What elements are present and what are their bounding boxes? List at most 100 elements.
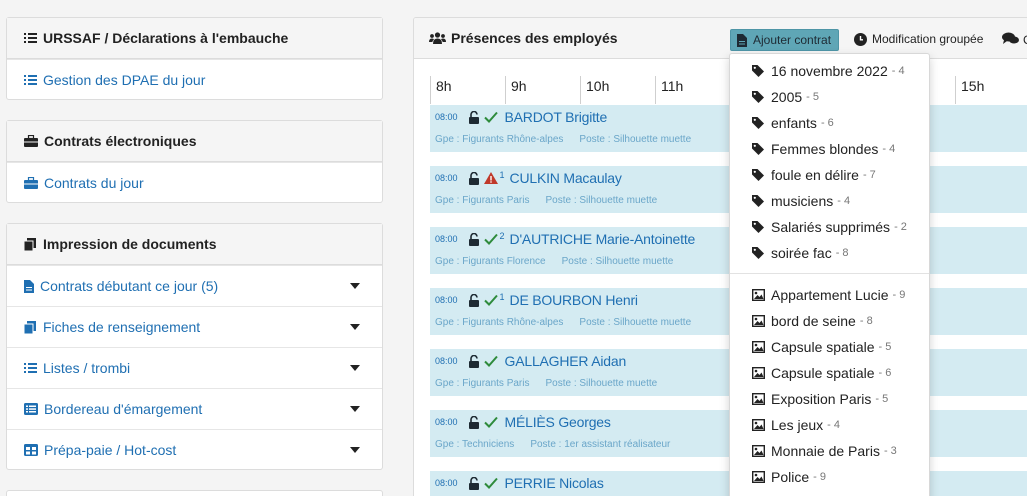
dropdown-item-label: foule en délire xyxy=(771,167,859,183)
dropdown-item-label: musiciens xyxy=(771,193,834,209)
employee-name[interactable]: DE BOURBON Henri xyxy=(510,292,638,308)
tag-icon xyxy=(752,169,765,181)
link-bordereau[interactable]: Bordereau d'émargement xyxy=(7,388,382,429)
add-contract-button[interactable]: Ajouter contrat xyxy=(730,29,840,51)
employee-post: Poste : 1er assistant réalisateur xyxy=(530,439,671,450)
employee-count: 1 xyxy=(499,292,505,302)
chevron-down-icon[interactable] xyxy=(350,365,360,371)
employee-post: Poste : Silhouette muette xyxy=(545,378,658,389)
dropdown-tag-item[interactable]: 16 novembre 2022- 4 xyxy=(730,58,929,84)
unlock-icon[interactable] xyxy=(468,293,480,307)
employee-name[interactable]: PERRIE Nicolas xyxy=(505,475,604,491)
dropdown-tag-item[interactable]: soirée fac - 8 xyxy=(730,240,929,266)
unlock-icon[interactable] xyxy=(468,415,480,429)
unlock-icon[interactable] xyxy=(468,110,480,124)
chevron-down-icon[interactable] xyxy=(350,324,360,330)
dropdown-set-item[interactable]: bord de seine - 8 xyxy=(730,308,929,334)
link-prepa-paie[interactable]: Prépa-paie / Hot-cost xyxy=(7,429,382,470)
panel-contrats-title: Contrats électroniques xyxy=(44,133,197,149)
dropdown-item-label: Salariés supprimés xyxy=(771,219,891,235)
dropdown-item-label: soirée fac xyxy=(771,245,832,261)
tag-icon xyxy=(752,65,765,77)
link-contrats-debutant-label: Contrats débutant ce jour (5) xyxy=(40,278,219,294)
dropdown-item-count: - 9 xyxy=(813,471,826,483)
employee-name[interactable]: MÉLIÈS Georges xyxy=(505,414,611,430)
add-contract-label: Ajouter contrat xyxy=(753,33,832,47)
dropdown-item-label: Appartement Lucie xyxy=(771,287,889,303)
dropdown-item-label: enfants xyxy=(771,115,817,131)
tag-icon xyxy=(752,117,765,129)
dropdown-set-item[interactable]: Exposition Paris - 5 xyxy=(730,386,929,412)
unlock-icon[interactable] xyxy=(468,354,480,368)
users-icon xyxy=(429,31,446,45)
employee-line: 08:00 MÉLIÈS Georges xyxy=(435,414,611,430)
group-edit-label: Modification groupée xyxy=(872,32,984,46)
tag-icon xyxy=(752,221,765,233)
dropdown-set-item[interactable]: Les jeux - 4 xyxy=(730,412,929,438)
hour-10: 10h xyxy=(580,76,609,104)
chevron-down-icon[interactable] xyxy=(350,447,360,453)
warning-icon xyxy=(483,172,498,184)
dropdown-tag-item[interactable]: 2005- 5 xyxy=(730,84,929,110)
dropdown-item-count: - 4 xyxy=(882,143,896,155)
employee-name[interactable]: BARDOT Brigitte xyxy=(505,109,608,125)
dropdown-set-item[interactable]: Capsule spatiale - 6 xyxy=(730,360,929,386)
image-icon xyxy=(752,445,765,457)
dropdown-item-label: Monnaie de Paris xyxy=(771,443,880,459)
employee-count: 2 xyxy=(499,231,505,241)
dropdown-tag-item[interactable]: foule en délire - 7 xyxy=(730,162,929,188)
dropdown-item-label: Exposition Paris xyxy=(771,391,872,407)
chevron-down-icon[interactable] xyxy=(350,283,360,289)
tag-icon xyxy=(752,91,765,103)
comments-button[interactable]: C xyxy=(1002,32,1027,48)
link-listes-trombi[interactable]: Listes / trombi xyxy=(7,347,382,388)
check-icon xyxy=(483,355,498,367)
employee-name[interactable]: CULKIN Macaulay xyxy=(510,170,622,186)
dropdown-set-item[interactable]: Appartement Lucie - 9 xyxy=(730,282,929,308)
dropdown-item-count: - 5 xyxy=(878,341,892,353)
add-contract-dropdown: 16 novembre 2022- 4 2005- 5 enfants - 6 Femm… xyxy=(729,53,930,496)
employee-time: 08:00 xyxy=(435,295,458,305)
dropdown-item-count: - 4 xyxy=(827,419,840,431)
employee-name[interactable]: GALLAGHER Aidan xyxy=(505,353,627,369)
dropdown-set-item[interactable]: Capsule spatiale - 5 xyxy=(730,334,929,360)
image-icon xyxy=(752,341,765,353)
panel-next xyxy=(6,490,383,496)
unlock-icon[interactable] xyxy=(468,476,480,490)
employee-line: 08:00 1 CULKIN Macaulay xyxy=(435,170,622,186)
comments-icon xyxy=(1002,32,1020,48)
dropdown-item-label: 2005 xyxy=(771,89,803,105)
employee-time: 08:00 xyxy=(435,173,458,183)
list-icon xyxy=(24,74,37,86)
image-icon xyxy=(752,315,765,327)
dropdown-tag-item[interactable]: Femmes blondes - 4 xyxy=(730,136,929,162)
dropdown-item-label: 16 novembre 2022 xyxy=(771,63,888,79)
file-icon xyxy=(24,279,34,293)
link-contrats-jour[interactable]: Contrats du jour xyxy=(7,162,382,203)
dropdown-set-item[interactable]: Monnaie de Paris - 3 xyxy=(730,438,929,464)
panel-impression-header: Impression de documents xyxy=(7,224,382,265)
unlock-icon[interactable] xyxy=(468,232,480,246)
employee-name[interactable]: D'AUTRICHE Marie-Antoinette xyxy=(510,231,696,247)
unlock-icon[interactable] xyxy=(468,171,480,185)
tag-icon xyxy=(752,247,765,259)
chevron-down-icon[interactable] xyxy=(350,406,360,412)
file-icon xyxy=(737,33,747,47)
link-fiches-renseignement[interactable]: Fiches de renseignement xyxy=(7,306,382,347)
check-icon xyxy=(483,416,498,428)
dropdown-set-item[interactable]: Police - 9 xyxy=(730,464,929,490)
image-icon xyxy=(752,367,765,379)
link-fiches-renseignement-label: Fiches de renseignement xyxy=(43,319,201,335)
link-contrats-debutant[interactable]: Contrats débutant ce jour (5) xyxy=(7,265,382,306)
panel-contrats: Contrats électroniques Contrats du jour xyxy=(6,120,383,203)
link-gestion-dpae[interactable]: Gestion des DPAE du jour xyxy=(7,59,382,100)
dropdown-divider xyxy=(730,273,929,274)
group-edit-button[interactable]: Modification groupée xyxy=(854,32,983,46)
dropdown-item-count: - 7 xyxy=(862,169,876,181)
employee-line: 08:00 PERRIE Nicolas xyxy=(435,475,604,491)
employee-details: Gpe : Figurants Rhône-alpes Poste : Silho… xyxy=(435,134,691,145)
link-bordereau-label: Bordereau d'émargement xyxy=(44,401,203,417)
dropdown-tag-item[interactable]: Salariés supprimés - 2 xyxy=(730,214,929,240)
dropdown-tag-item[interactable]: enfants - 6 xyxy=(730,110,929,136)
dropdown-tag-item[interactable]: musiciens - 4 xyxy=(730,188,929,214)
